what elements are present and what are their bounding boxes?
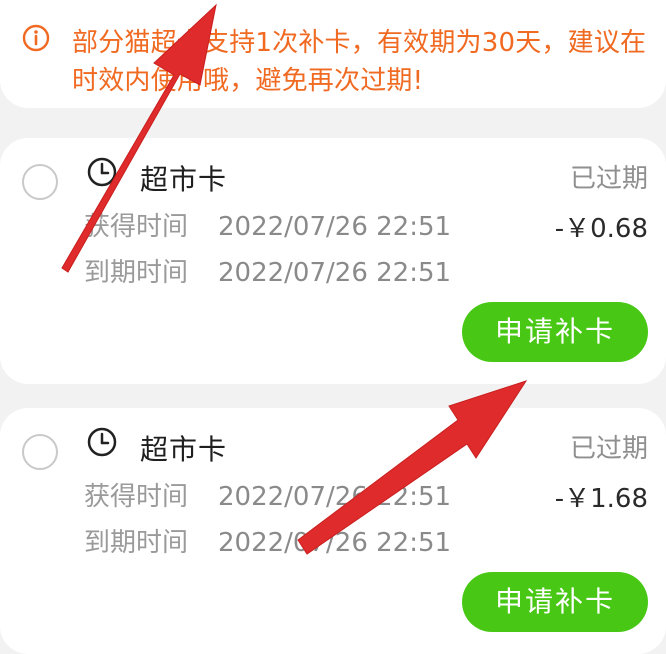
- expire-time-label: 到期时间: [84, 528, 189, 558]
- obtain-time-value: 2022/07/26 22:51: [218, 212, 452, 242]
- select-radio[interactable]: [22, 164, 58, 200]
- clock-icon: [87, 427, 117, 457]
- card-amount: -￥1.68: [554, 484, 648, 514]
- card-title: 超市卡: [140, 163, 228, 196]
- obtain-time-value: 2022/07/26 22:51: [218, 482, 452, 512]
- obtain-time-label: 获得时间: [84, 212, 189, 242]
- apply-reissue-button[interactable]: 申请补卡: [462, 302, 648, 362]
- info-circle-icon: [22, 24, 50, 52]
- card-title: 超市卡: [140, 433, 228, 466]
- notice-bar: 部分猫超卡支持1次补卡，有效期为30天，建议在时效内使用哦，避免再次过期!: [0, 0, 666, 108]
- card-amount: -￥0.68: [554, 214, 648, 244]
- obtain-time-label: 获得时间: [84, 482, 189, 512]
- status-badge: 已过期: [569, 164, 648, 194]
- apply-reissue-button[interactable]: 申请补卡: [462, 572, 648, 632]
- clock-icon: [87, 157, 117, 187]
- expire-time-value: 2022/07/26 22:51: [218, 258, 452, 288]
- expired-card[interactable]: 超市卡 已过期 获得时间 2022/07/26 22:51 到期时间 2022/…: [0, 138, 666, 384]
- expire-time-label: 到期时间: [84, 258, 189, 288]
- select-radio[interactable]: [22, 434, 58, 470]
- status-badge: 已过期: [569, 434, 648, 464]
- notice-text: 部分猫超卡支持1次补卡，有效期为30天，建议在时效内使用哦，避免再次过期!: [72, 28, 647, 96]
- expired-card[interactable]: 超市卡 已过期 获得时间 2022/07/26 22:51 到期时间 2022/…: [0, 408, 666, 654]
- expire-time-value: 2022/07/26 22:51: [218, 528, 452, 558]
